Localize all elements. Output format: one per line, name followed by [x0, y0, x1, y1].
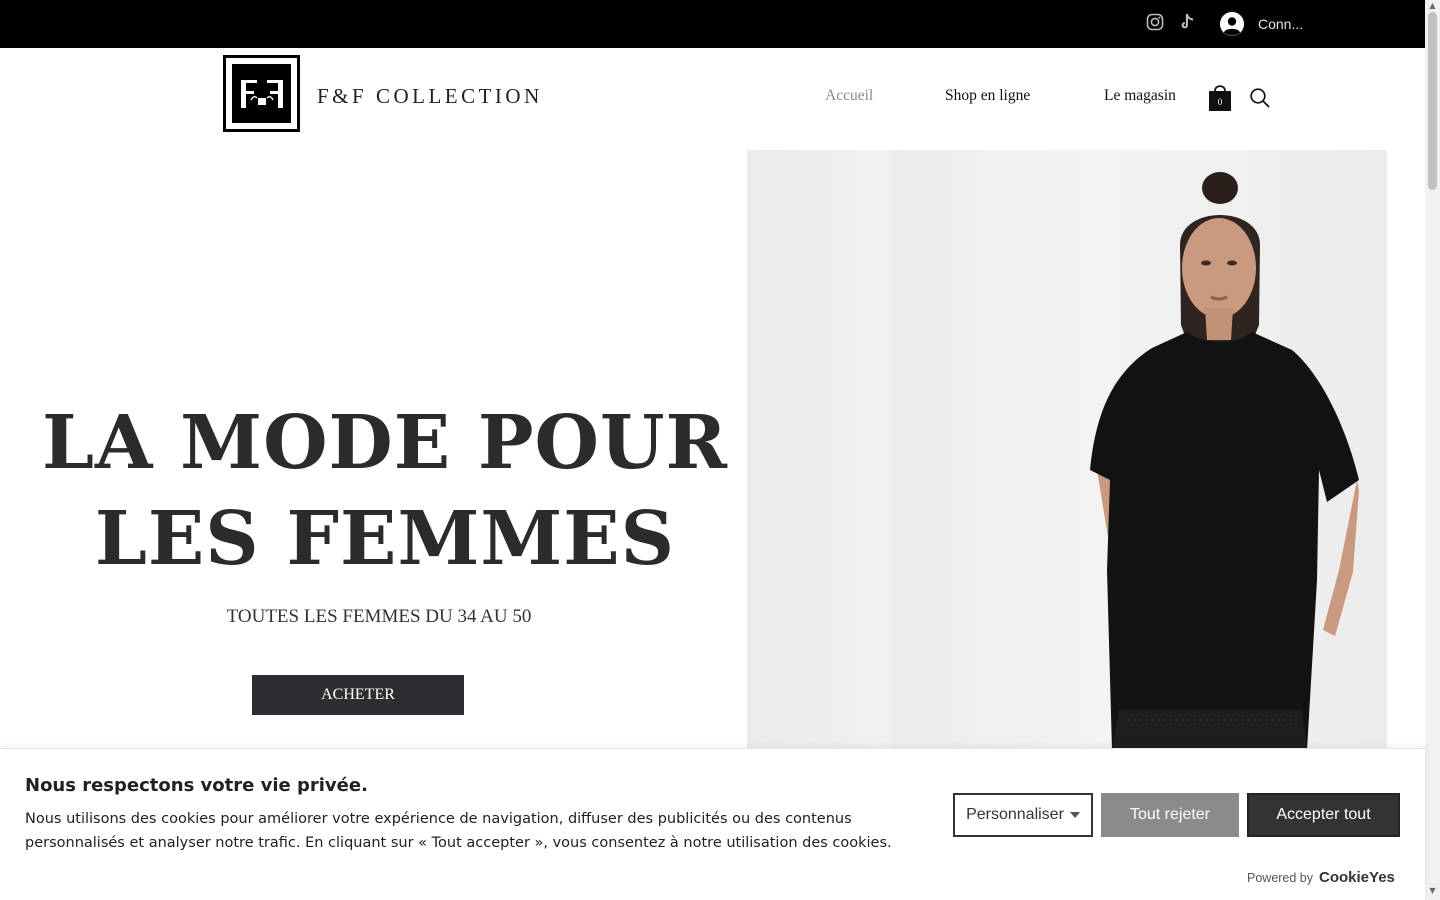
hero-title-line-2: LES FEMMES [94, 496, 676, 582]
scroll-down-icon[interactable]: ▼ [1428, 886, 1437, 895]
caret-down-icon [1069, 812, 1080, 818]
customize-button[interactable]: Personnaliser [953, 793, 1093, 837]
nav-item-shop-en-ligne[interactable]: Shop en ligne [945, 87, 1030, 105]
cart-count: 0 [1218, 97, 1223, 107]
hero-title-line-1: LA MODE POUR [41, 400, 729, 486]
user-avatar-icon [1220, 12, 1244, 36]
nav-item-accueil[interactable]: Accueil [825, 87, 873, 105]
instagram-icon[interactable] [1145, 12, 1165, 32]
shopping-bag-icon: 0 [1209, 85, 1231, 111]
reject-all-button[interactable]: Tout rejeter [1101, 793, 1239, 837]
scroll-up-icon[interactable]: ▲ [1428, 1, 1437, 10]
powered-by[interactable]: Powered by CookieYes [1247, 869, 1395, 886]
logo-mark [232, 64, 291, 123]
page-scrollbar[interactable]: ▲ ▼ [1425, 0, 1440, 900]
hero-image [747, 150, 1387, 750]
customize-label: Personnaliser [966, 806, 1064, 823]
cart-button[interactable]: 0 [1207, 82, 1233, 112]
scroll-thumb[interactable] [1428, 12, 1437, 190]
cookieyes-logo: CookieYes [1319, 869, 1395, 886]
logo[interactable] [223, 55, 300, 132]
login-label: Conn... [1258, 16, 1304, 32]
model-photo [1090, 172, 1359, 750]
search-icon[interactable] [1249, 87, 1271, 109]
brand-name[interactable]: F&F COLLECTION [317, 84, 543, 109]
tiktok-icon[interactable] [1177, 12, 1197, 32]
powered-by-label: Powered by [1247, 871, 1314, 885]
cookie-banner: Nous respectons votre vie privée. Nous u… [0, 748, 1425, 900]
top-bar: Conn... [0, 0, 1425, 48]
cookie-text: Nous utilisons des cookies pour améliore… [25, 811, 892, 851]
cookie-title: Nous respectons votre vie privée. [25, 775, 368, 796]
hero-subtitle: TOUTES LES FEMMES DU 34 AU 50 [226, 606, 532, 627]
hero-title: LA MODE POUR LES FEMMES [40, 395, 730, 587]
login-button[interactable]: Conn... [1220, 10, 1303, 38]
nav-item-le-magasin[interactable]: Le magasin [1104, 87, 1176, 105]
buy-button[interactable]: ACHETER [252, 675, 464, 715]
accept-all-button[interactable]: Accepter tout [1247, 793, 1400, 837]
